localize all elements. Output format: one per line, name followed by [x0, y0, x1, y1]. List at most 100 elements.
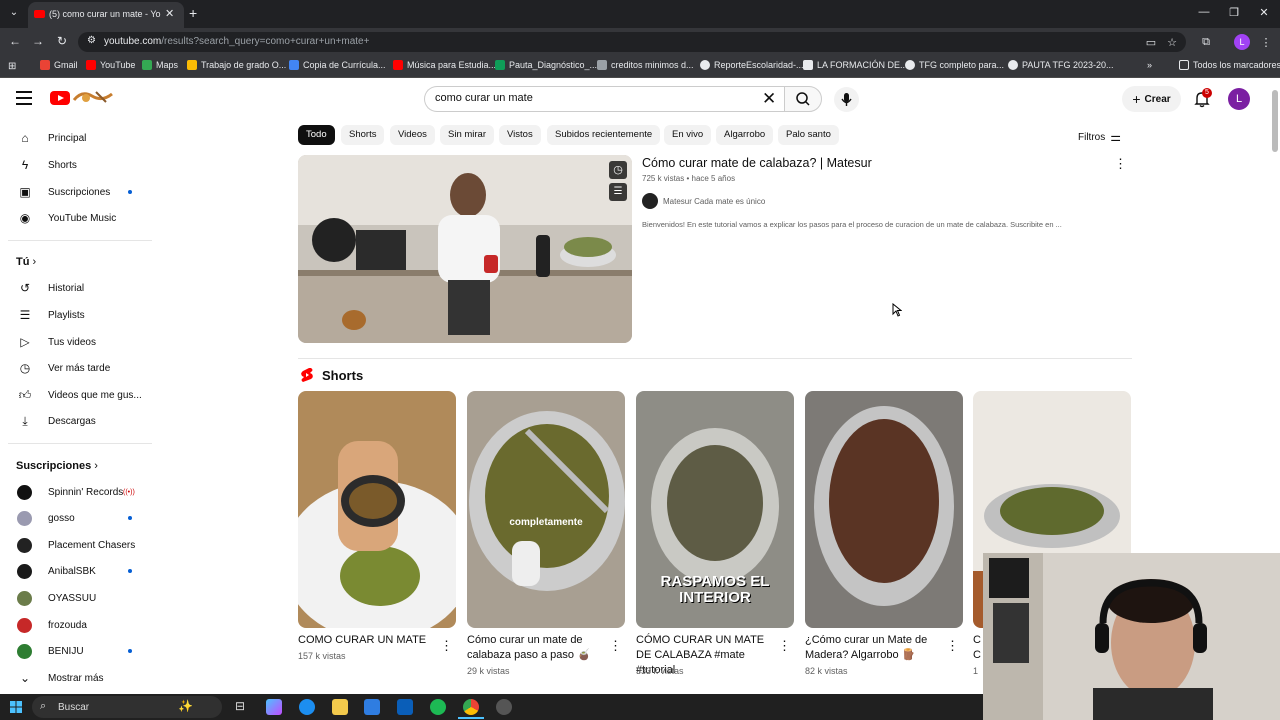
minimize-icon[interactable]: — — [1194, 6, 1214, 18]
sidebar-show-more[interactable]: ⌄ Mostrar más — [0, 665, 152, 691]
sidebar-item-liked-videos[interactable]: 👍︎ Videos que me gus... — [0, 382, 152, 408]
short-thumbnail[interactable] — [298, 391, 456, 628]
search-button[interactable] — [784, 86, 822, 112]
bookmark-pauta[interactable]: Pauta_Diagnóstico_... — [495, 60, 597, 70]
chip-sin-mirar[interactable]: Sin mirar — [440, 125, 495, 145]
microsoft-store-icon[interactable] — [364, 699, 380, 715]
video-thumbnail[interactable] — [298, 155, 632, 343]
channel-name[interactable]: Matesur Cada mate es único — [663, 197, 765, 206]
filters-button[interactable]: Filtros ⚌ — [1078, 130, 1121, 144]
file-explorer-icon[interactable] — [332, 699, 348, 715]
back-icon[interactable]: ← — [7, 34, 23, 48]
sidebar-sub-beniju[interactable]: BENIJU — [0, 638, 152, 664]
new-tab-icon[interactable]: + — [189, 5, 197, 21]
bookmark-star-icon[interactable]: ☆ — [1165, 36, 1179, 49]
short-title[interactable]: Cómo curar un mate de calabaza paso a pa… — [467, 633, 607, 663]
add-to-queue-icon[interactable]: ☰ — [609, 183, 627, 201]
chip-videos[interactable]: Videos — [390, 125, 435, 145]
more-actions-icon[interactable]: ⋮ — [778, 638, 791, 654]
sidebar-item-ver-mas-tarde[interactable]: ◷ Ver más tarde — [0, 355, 152, 381]
sidebar-sub-frozouda[interactable]: frozouda — [0, 612, 152, 638]
short-title[interactable]: C C — [973, 633, 983, 663]
bookmark-youtube[interactable]: YouTube — [86, 60, 135, 70]
short-thumbnail[interactable] — [467, 391, 625, 628]
bookmark-gmail[interactable]: Gmail — [40, 60, 78, 70]
browser-tab-active[interactable]: (5) como curar un mate - YouTube ✕ — [28, 2, 184, 28]
chip-algarrobo[interactable]: Algarrobo — [716, 125, 774, 145]
more-actions-icon[interactable]: ⋮ — [1114, 156, 1127, 172]
chip-shorts[interactable]: Shorts — [341, 125, 385, 145]
restore-icon[interactable]: ❐ — [1224, 6, 1244, 19]
chip-en-vivo[interactable]: En vivo — [664, 125, 712, 145]
sidebar-item-tus-videos[interactable]: ▷ Tus videos — [0, 329, 152, 355]
sidebar-you-header[interactable]: Tú › — [16, 256, 36, 268]
sidebar-item-shorts[interactable]: ϟ Shorts — [0, 152, 152, 178]
account-avatar[interactable]: L — [1228, 88, 1250, 110]
copilot-icon[interactable] — [266, 699, 282, 715]
short-title[interactable]: COMO CURAR UN MATE — [298, 633, 438, 648]
edge-icon[interactable] — [299, 699, 315, 715]
sidebar-sub-anibalsbk[interactable]: AnibalSBK — [0, 558, 152, 584]
sidebar-sub-placement[interactable]: Placement Chasers — [0, 532, 152, 558]
create-button[interactable]: + Crear — [1122, 86, 1181, 112]
youtube-logo-icon[interactable] — [50, 91, 70, 105]
bookmark-maps[interactable]: Maps — [142, 60, 178, 70]
bookmark-curricula[interactable]: Copia de Currícula... — [289, 60, 386, 70]
watch-later-clock-icon[interactable]: ◷ — [609, 161, 627, 179]
bookmark-trabajo[interactable]: Trabajo de grado O... — [187, 60, 286, 70]
all-bookmarks[interactable]: Todos los marcadores — [1179, 60, 1280, 70]
chip-todo[interactable]: Todo — [298, 125, 335, 145]
chrome-menu-icon[interactable]: ⋮ — [1259, 36, 1273, 49]
sidebar-item-descargas[interactable]: ⤓ Descargas — [0, 408, 152, 434]
search-box[interactable]: ✕ — [424, 86, 784, 112]
task-view-icon[interactable]: ⊟ — [232, 699, 248, 715]
short-title[interactable]: ¿Cómo curar un Mate de Madera? Algarrobo… — [805, 633, 945, 663]
more-actions-icon[interactable]: ⋮ — [946, 638, 959, 654]
address-bar[interactable]: ⚙ youtube.com/results?search_query=como+… — [78, 32, 1186, 52]
sidebar-item-suscripciones[interactable]: ▣ Suscripciones — [0, 179, 152, 205]
forward-icon[interactable]: → — [30, 34, 46, 48]
chrome-icon[interactable] — [463, 699, 479, 715]
menu-icon[interactable] — [16, 91, 32, 105]
site-info-icon[interactable]: ⚙ — [87, 35, 96, 46]
voice-search-button[interactable] — [834, 87, 859, 112]
sidebar-item-youtube-music[interactable]: ◉ YouTube Music — [0, 205, 152, 231]
bookmark-tfg[interactable]: TFG completo para... — [905, 60, 1004, 70]
outlook-icon[interactable] — [397, 699, 413, 715]
tab-close-icon[interactable]: ✕ — [165, 7, 177, 20]
extensions-icon[interactable]: ⧉ — [1199, 36, 1213, 49]
search-input[interactable] — [435, 92, 735, 104]
more-actions-icon[interactable]: ⋮ — [609, 638, 622, 654]
sidebar-item-principal[interactable]: ⌂ Principal — [0, 125, 152, 151]
sidebar-sub-spinnin[interactable]: Spinnin' Records ((•)) — [0, 479, 152, 505]
apps-grid-icon[interactable]: ⊞ — [8, 61, 16, 72]
sidebar-sub-oyassuu[interactable]: OYASSUU — [0, 585, 152, 611]
bookmark-pauta-tfg[interactable]: PAUTA TFG 2023-20... — [1008, 60, 1114, 70]
bookmark-formacion[interactable]: LA FORMACIÓN DE... — [803, 60, 908, 70]
bookmarks-overflow-icon[interactable]: » — [1147, 60, 1152, 70]
more-actions-icon[interactable]: ⋮ — [440, 638, 453, 654]
spotify-icon[interactable] — [430, 699, 446, 715]
short-thumbnail[interactable] — [805, 391, 963, 628]
chrome-profile-avatar[interactable]: L — [1234, 34, 1250, 50]
youtube-doodle-logo[interactable] — [72, 88, 114, 106]
bookmark-creditos[interactable]: creditos minimos d... — [597, 60, 694, 70]
sidebar-sub-gosso[interactable]: gosso — [0, 505, 152, 531]
tab-search-icon[interactable]: ⌄ — [6, 5, 22, 21]
chip-vistos[interactable]: Vistos — [499, 125, 541, 145]
chip-subidos-recientemente[interactable]: Subidos recientemente — [547, 125, 661, 145]
sidebar-item-historial[interactable]: ↺ Historial — [0, 275, 152, 301]
chip-palo-santo[interactable]: Palo santo — [778, 125, 839, 145]
clear-search-icon[interactable]: ✕ — [762, 89, 776, 109]
windows-start-icon[interactable] — [10, 701, 22, 713]
channel-avatar[interactable] — [642, 193, 658, 209]
close-window-icon[interactable]: ✕ — [1254, 6, 1274, 19]
sidebar-item-playlists[interactable]: ☰ Playlists — [0, 302, 152, 328]
bookmark-reporte[interactable]: ReporteEscolaridad-... — [700, 60, 804, 70]
sidebar-subscriptions-header[interactable]: Suscripciones › — [16, 460, 98, 472]
reload-icon[interactable]: ↻ — [54, 34, 70, 48]
scrollbar-thumb[interactable] — [1272, 90, 1278, 152]
bookmark-musica[interactable]: Música para Estudia... — [393, 60, 496, 70]
video-title[interactable]: Cómo curar mate de calabaza? | Matesur — [642, 156, 872, 170]
obs-icon[interactable] — [496, 699, 512, 715]
